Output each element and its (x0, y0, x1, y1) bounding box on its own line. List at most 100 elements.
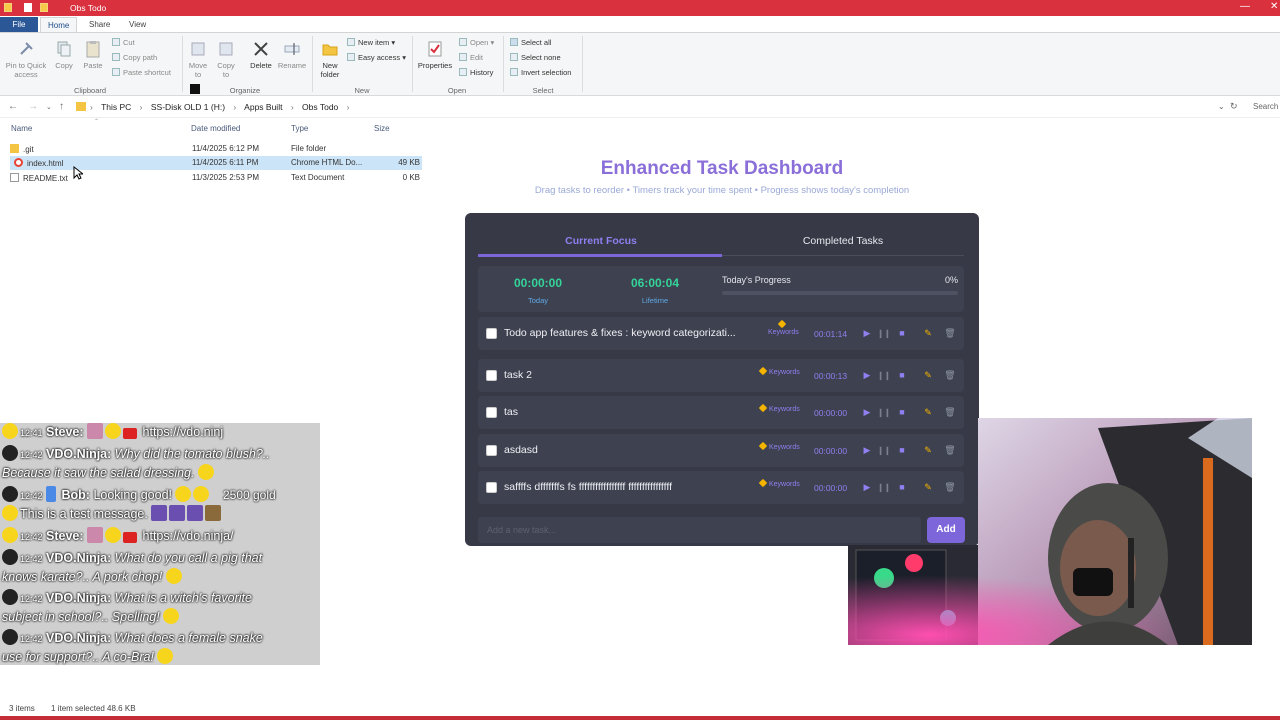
column-header-name[interactable]: Name (11, 124, 32, 133)
paste-button[interactable]: Paste (80, 40, 106, 70)
chat-message: 12:42 Bob: Looking good! 2500 gold (2, 486, 276, 502)
paste-shortcut-icon (112, 68, 120, 76)
task-row[interactable]: task 2 Keywords 00:00:13 ▶ ❙❙ ■ ✎ 🗑 (478, 359, 964, 392)
file-row[interactable]: README.txt 11/3/2025 2:53 PM Text Docume… (10, 171, 422, 185)
today-timer: 00:00:00 (513, 276, 563, 290)
trash-icon[interactable]: 🗑 (943, 369, 957, 382)
task-timer: 00:00:13 (814, 371, 848, 381)
chat-message-cont: knows karate?.. A pork chop! (2, 568, 184, 584)
delete-button[interactable]: Delete (247, 40, 275, 70)
ninja-avatar-icon (2, 445, 18, 461)
copy-path-icon (112, 53, 120, 61)
invert-selection-label: Invert selection (521, 68, 572, 77)
tab-view[interactable]: View (122, 17, 153, 32)
task-tag[interactable]: Keywords (758, 403, 800, 413)
back-arrow-icon[interactable]: ← (8, 101, 18, 112)
chat-message-cont: subject in school?.. Spelling! (2, 608, 181, 624)
column-header-date[interactable]: Date modified (191, 124, 240, 133)
invert-selection-button[interactable]: Invert selection (510, 68, 571, 77)
task-checkbox[interactable] (486, 407, 497, 418)
address-dropdown-icon[interactable]: ⌄ (1218, 102, 1225, 111)
edit-file-button[interactable]: Edit (459, 53, 483, 62)
task-tag[interactable]: Keywords (768, 319, 799, 336)
new-folder-icon[interactable] (40, 3, 48, 12)
stop-icon[interactable]: ■ (895, 369, 909, 382)
breadcrumb-disk[interactable]: SS-Disk OLD 1 (H:) (151, 102, 225, 112)
history-button[interactable]: History (459, 68, 493, 77)
new-item-button[interactable]: New item ▾ (347, 38, 395, 47)
chat-time: 12:42 (20, 634, 43, 644)
forward-arrow-icon[interactable]: → (28, 101, 38, 112)
properties-button[interactable]: Properties (416, 40, 454, 70)
task-checkbox[interactable] (486, 445, 497, 456)
tab-share[interactable]: Share (82, 17, 117, 32)
new-folder-button[interactable]: New folder (316, 40, 344, 79)
file-date: 11/4/2025 6:12 PM (192, 144, 260, 153)
open-button[interactable]: Open ▾ (459, 38, 494, 47)
task-tag[interactable]: Keywords (758, 441, 800, 451)
paste-shortcut-button[interactable]: Paste shortcut (112, 68, 171, 77)
tag-diamond-icon (777, 319, 787, 329)
move-to-button[interactable]: Move to (186, 40, 210, 79)
pin-quick-access-button[interactable]: Pin to Quick access (4, 40, 48, 79)
file-row[interactable]: .git 11/4/2025 6:12 PM File folder (10, 142, 422, 156)
play-icon[interactable]: ▶ (860, 327, 874, 340)
chat-text: Why did the tomato blush?.. (114, 447, 270, 461)
chat-message: 12:42 VDO.Ninja: What is a witch's favor… (2, 589, 252, 605)
breadcrumb-this-pc[interactable]: This PC (101, 102, 131, 112)
stop-icon[interactable]: ■ (895, 327, 909, 340)
play-icon[interactable]: ▶ (860, 369, 874, 382)
rename-button[interactable]: Rename (277, 40, 307, 70)
minimize-icon[interactable]: — (1240, 1, 1250, 12)
tab-home[interactable]: Home (40, 17, 78, 32)
properties-icon[interactable] (24, 3, 32, 12)
pause-icon[interactable]: ❙❙ (877, 369, 891, 382)
file-row-selected[interactable]: index.html 11/4/2025 6:11 PM Chrome HTML… (10, 156, 422, 170)
select-none-button[interactable]: Select none (510, 53, 561, 62)
breadcrumb-obs-todo[interactable]: Obs Todo (302, 102, 338, 112)
task-checkbox[interactable] (486, 482, 497, 493)
chat-user: Steve: (46, 529, 84, 543)
tab-current-focus[interactable]: Current Focus (479, 235, 723, 247)
trash-icon[interactable]: 🗑 (943, 327, 957, 340)
task-checkbox[interactable] (486, 370, 497, 381)
copy-to-button[interactable]: Copy to (214, 40, 238, 79)
tab-completed-tasks[interactable]: Completed Tasks (721, 235, 965, 247)
smiley-emoji-icon (2, 423, 18, 439)
sort-up-icon: ⌃ (94, 119, 100, 125)
column-header-size[interactable]: Size (374, 124, 390, 133)
paste-icon (86, 41, 100, 58)
cut-button[interactable]: Cut (112, 38, 135, 47)
edit-pencil-icon[interactable]: ✎ (921, 327, 935, 340)
copy-path-button[interactable]: Copy path (112, 53, 157, 62)
file-name: index.html (27, 159, 64, 168)
chat-message-cont: use for support?.. A co-Bra! (2, 648, 175, 664)
task-tag[interactable]: Keywords (758, 478, 800, 488)
task-checkbox[interactable] (486, 328, 497, 339)
task-name: asdasd (504, 444, 538, 456)
edit-pencil-icon[interactable]: ✎ (921, 369, 935, 382)
chat-text[interactable]: https://vdo.ninj (143, 425, 224, 439)
column-header-type[interactable]: Type (291, 124, 308, 133)
copy-button[interactable]: Copy (52, 40, 76, 70)
breadcrumb-separator: › (233, 102, 237, 112)
tab-file[interactable]: File (0, 17, 38, 32)
task-tag[interactable]: Keywords (758, 366, 800, 376)
easy-access-button[interactable]: Easy access ▾ (347, 53, 406, 62)
chat-text: What do you call a pig that (114, 551, 263, 565)
stats-card: 00:00:00 Today 06:00:04 Lifetime Today's… (478, 266, 964, 312)
folder-icon (10, 144, 19, 153)
close-icon[interactable]: ✕ (1270, 1, 1278, 12)
recent-chevron-icon[interactable]: ⌄ (46, 103, 52, 111)
select-all-button[interactable]: Select all (510, 38, 551, 47)
user-avatar-icon (2, 486, 18, 502)
refresh-icon[interactable]: ↻ (1230, 101, 1238, 112)
chat-text[interactable]: https://vdo.ninja/ (143, 529, 234, 543)
task-row[interactable]: Todo app features & fixes : keyword cate… (478, 317, 964, 350)
pause-icon[interactable]: ❙❙ (877, 327, 891, 340)
cursor-overlay-icon (190, 84, 200, 94)
badge-emoji-icon (87, 423, 104, 439)
up-arrow-icon[interactable]: ↑ (59, 101, 64, 112)
search-input[interactable]: Search (1253, 102, 1278, 111)
breadcrumb-apps-built[interactable]: Apps Built (244, 102, 282, 112)
